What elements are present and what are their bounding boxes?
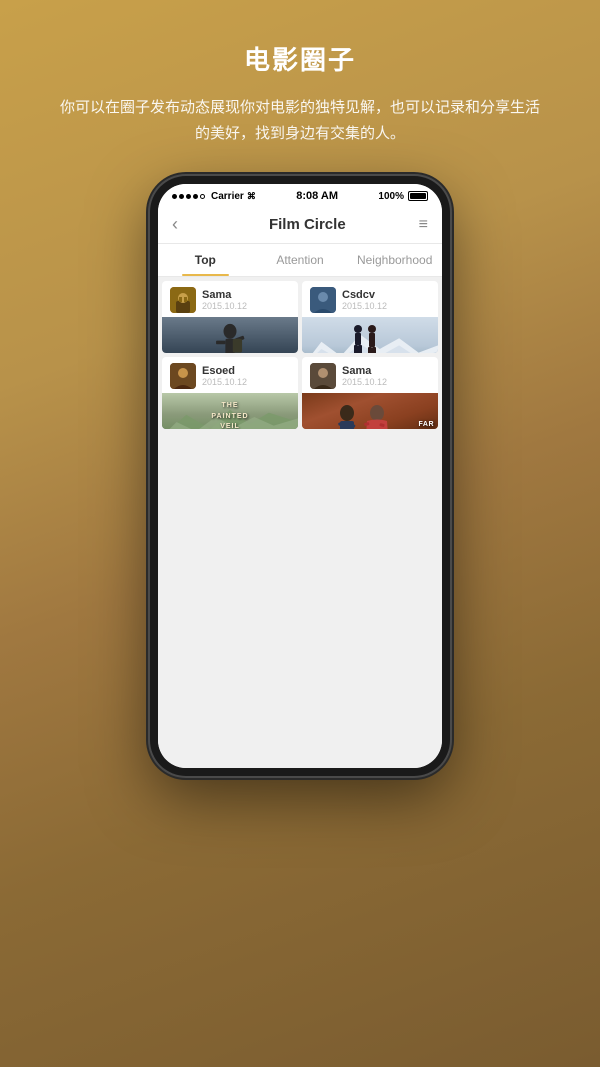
post-card-1[interactable]: Csdcv 2015.10.12 — [302, 281, 438, 353]
intro-section: 电影圈子 你可以在圈子发布动态展现你对电影的独特见解，也可以记录和分享生活的美好… — [0, 0, 600, 176]
post-image-1 — [302, 317, 438, 353]
wifi-icon: ⌘ — [247, 191, 256, 202]
avatar-2 — [170, 363, 196, 389]
nav-header: ‹ Film Circle ≡ — [158, 206, 442, 244]
post-image-0: 9.APRIL — [162, 317, 298, 353]
post-user-info-1: Csdcv 2015.10.12 — [342, 289, 430, 311]
post-card-0[interactable]: Sama 2015.10.12 — [162, 281, 298, 353]
post-date-1: 2015.10.12 — [342, 301, 430, 311]
carrier-text: Carrier — [211, 191, 244, 202]
phone-screen: Carrier ⌘ 8:08 AM 100% ‹ Film Circle — [158, 184, 442, 768]
phone-wrapper: Carrier ⌘ 8:08 AM 100% ‹ Film Circle — [145, 176, 455, 1067]
post-image-2: THE PAINTED VEIL — [162, 393, 298, 429]
intro-title: 电影圈子 — [60, 40, 540, 77]
post-card-2[interactable]: Esoed 2015.10.12 — [162, 357, 298, 429]
signal-dot-5 — [200, 194, 205, 199]
post-header-3: Sama 2015.10.12 — [302, 357, 438, 393]
tabs-row: Top Attention Neighborhood — [158, 244, 442, 277]
tab-top[interactable]: Top — [158, 244, 253, 276]
post-user-info-2: Esoed 2015.10.12 — [202, 365, 290, 387]
posts-grid: Sama 2015.10.12 — [158, 277, 442, 433]
back-button[interactable]: ‹ — [172, 214, 196, 235]
post-username-0: Sama — [202, 289, 290, 301]
nav-title: Film Circle — [269, 216, 346, 233]
post-header-1: Csdcv 2015.10.12 — [302, 281, 438, 317]
post-card-3[interactable]: Sama 2015.10.12 — [302, 357, 438, 429]
tab-neighborhood[interactable]: Neighborhood — [347, 244, 442, 276]
status-right: 100% — [378, 191, 428, 202]
battery-fill — [410, 193, 426, 199]
avatar-1 — [310, 287, 336, 313]
post-user-info-0: Sama 2015.10.12 — [202, 289, 290, 311]
post-username-1: Csdcv — [342, 289, 430, 301]
post-header-2: Esoed 2015.10.12 — [162, 357, 298, 393]
post-username-3: Sama — [342, 365, 430, 377]
battery-indicator — [408, 191, 428, 201]
post-date-0: 2015.10.12 — [202, 301, 290, 311]
status-bar: Carrier ⌘ 8:08 AM 100% — [158, 184, 442, 206]
status-time: 8:08 AM — [296, 190, 338, 202]
avatar-3 — [310, 363, 336, 389]
intro-description: 你可以在圈子发布动态展现你对电影的独特见解，也可以记录和分享生活的美好，找到身边… — [60, 95, 540, 146]
signal-dot-2 — [179, 194, 184, 199]
far-title-1: FAR — [393, 420, 434, 429]
post-header-0: Sama 2015.10.12 — [162, 281, 298, 317]
content-scroll[interactable]: Sama 2015.10.12 — [158, 277, 442, 768]
post-username-2: Esoed — [202, 365, 290, 377]
signal-dot-1 — [172, 194, 177, 199]
post-date-3: 2015.10.12 — [342, 377, 430, 387]
battery-percent: 100% — [378, 191, 404, 202]
signal-dot-3 — [186, 194, 191, 199]
post-image-3: FAR FROM THE MADDING CROWD — [302, 393, 438, 429]
painted-subtitle2: VEIL — [162, 422, 298, 429]
battery-bar — [408, 191, 428, 201]
painted-subtitle: THE — [162, 401, 298, 412]
status-left: Carrier ⌘ — [172, 191, 256, 202]
post-date-2: 2015.10.12 — [202, 377, 290, 387]
post-user-info-3: Sama 2015.10.12 — [342, 365, 430, 387]
menu-button[interactable]: ≡ — [419, 216, 428, 234]
phone-shell: Carrier ⌘ 8:08 AM 100% ‹ Film Circle — [150, 176, 450, 776]
avatar-0 — [170, 287, 196, 313]
painted-title-main: PAINTED — [162, 412, 298, 423]
tab-attention[interactable]: Attention — [253, 244, 348, 276]
signal-dots — [172, 194, 205, 199]
signal-dot-4 — [193, 194, 198, 199]
